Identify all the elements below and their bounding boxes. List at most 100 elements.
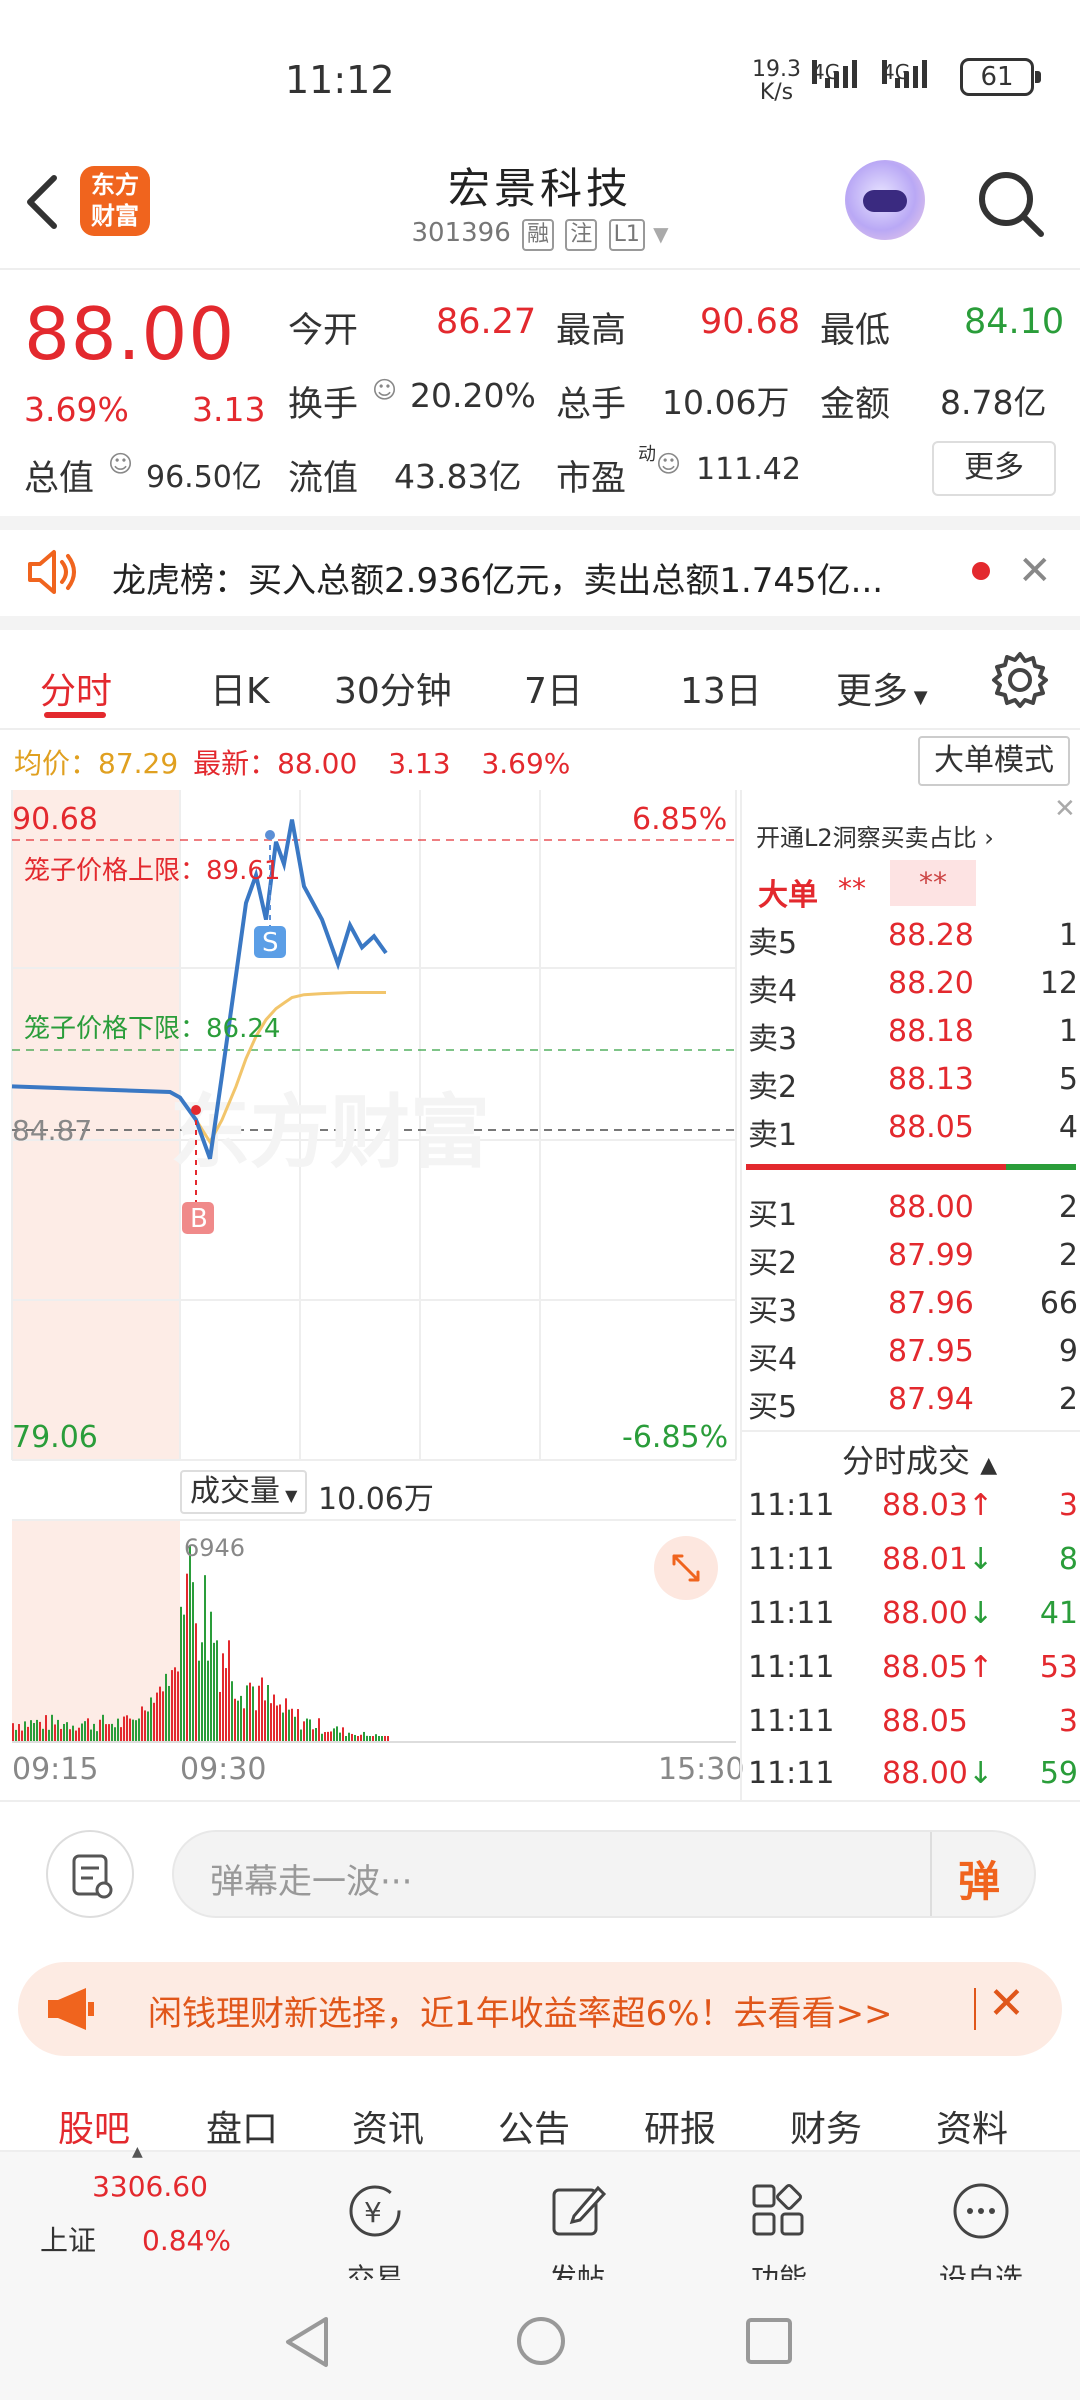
volume-bar bbox=[273, 1694, 275, 1742]
arrow-up-icon: ↑ bbox=[968, 1488, 994, 1523]
volume-bar bbox=[162, 1691, 164, 1742]
back-nav-icon[interactable] bbox=[282, 2315, 332, 2369]
close-icon[interactable]: ✕ bbox=[1054, 794, 1076, 824]
tab-profile[interactable]: 资料 bbox=[936, 2100, 1008, 2152]
tab-more[interactable]: 更多 ▼ bbox=[836, 662, 928, 714]
stock-name: 宏景科技 bbox=[447, 164, 632, 213]
volume-bar bbox=[129, 1718, 131, 1742]
info-icon[interactable]: ☺ bbox=[372, 376, 397, 404]
level1-tag[interactable]: L1 bbox=[608, 219, 645, 251]
arrow-down-icon: ↓ bbox=[968, 1596, 994, 1631]
stock-code: 301396 bbox=[411, 218, 511, 248]
home-nav-icon[interactable] bbox=[514, 2314, 568, 2368]
tab-intraday[interactable]: 分时 bbox=[40, 662, 112, 714]
danmu-button[interactable]: 弹 bbox=[958, 1848, 1000, 1909]
ask-volume: 1 bbox=[1058, 1014, 1078, 1049]
sell-marker-text: S bbox=[262, 928, 279, 958]
bid-row[interactable]: 买2 87.99 2 bbox=[742, 1238, 1080, 1286]
tab-news[interactable]: 资讯 bbox=[352, 2100, 424, 2152]
big-order-value-2: ** bbox=[890, 860, 976, 906]
tab-daily-k[interactable]: 日K bbox=[210, 662, 270, 714]
volume-bar bbox=[300, 1729, 302, 1742]
volume-indicator-select[interactable]: 成交量 ▼ bbox=[180, 1470, 308, 1514]
latest-label: 最新： bbox=[193, 747, 278, 780]
recents-nav-icon[interactable] bbox=[744, 2316, 794, 2366]
tab-pankou[interactable]: 盘口 bbox=[206, 2100, 278, 2152]
ask-row[interactable]: 卖3 88.18 1 bbox=[742, 1014, 1080, 1062]
ask-row[interactable]: 卖1 88.05 4 bbox=[742, 1110, 1080, 1158]
tab-announcements[interactable]: 公告 bbox=[498, 2100, 570, 2152]
tab-research[interactable]: 研报 bbox=[644, 2100, 716, 2152]
bid-row[interactable]: 买4 87.95 9 bbox=[742, 1334, 1080, 1382]
volume-bar bbox=[174, 1667, 176, 1742]
ask-row[interactable]: 卖5 88.28 1 bbox=[742, 918, 1080, 966]
close-icon[interactable]: ✕ bbox=[988, 1978, 1025, 2029]
tick-volume: 59 bbox=[1039, 1756, 1078, 1791]
tab-13day[interactable]: 13日 bbox=[680, 662, 762, 714]
ask-price: 88.20 bbox=[888, 966, 974, 1001]
edit-icon bbox=[552, 2185, 607, 2236]
ask-row[interactable]: 卖2 88.13 5 bbox=[742, 1062, 1080, 1110]
tab-7day[interactable]: 7日 bbox=[524, 662, 583, 714]
status-bar: 11:12 19.3 K/s 4G 4G 61 bbox=[0, 0, 1080, 150]
banner-text: 闲钱理财新选择，近1年收益率超6%！去看看>> bbox=[148, 1994, 893, 2034]
latest-value: 88.00 bbox=[277, 747, 358, 780]
intraday-chart[interactable]: 东方财富 B S 90.68 6.85% 笼子价格上限：89.61 笼子价格下限… bbox=[0, 790, 744, 1800]
ticks-title[interactable]: 分时成交 ▲ bbox=[842, 1436, 997, 1482]
upper-limit-label: 笼子价格上限：89.61 bbox=[24, 856, 281, 886]
volume-bar bbox=[153, 1702, 155, 1742]
ask-price: 88.18 bbox=[888, 1014, 974, 1049]
volume-bar bbox=[327, 1731, 329, 1742]
volume-bar bbox=[222, 1653, 224, 1742]
ask-price: 88.28 bbox=[888, 918, 974, 953]
volume-bar bbox=[180, 1606, 182, 1742]
info-icon[interactable]: ☺ bbox=[656, 450, 681, 478]
l2-promo-link[interactable]: 开通L2洞察买卖占比 › bbox=[756, 818, 994, 853]
bid-row[interactable]: 买5 87.94 2 bbox=[742, 1382, 1080, 1430]
tick-row: 11:11 88.00 ↓ 41 bbox=[742, 1596, 1080, 1644]
volume-bar bbox=[150, 1697, 152, 1742]
back-icon[interactable] bbox=[22, 172, 62, 232]
news-ticker[interactable]: 龙虎榜：买入总额2.936亿元，卖出总额1.745亿... bbox=[112, 553, 883, 602]
gear-icon[interactable] bbox=[990, 650, 1050, 710]
svg-text:¥: ¥ bbox=[364, 2196, 382, 2229]
app-logo[interactable]: 东方 财富 bbox=[80, 166, 150, 236]
volume-bar bbox=[195, 1623, 197, 1742]
tick-volume: 3 bbox=[1058, 1488, 1078, 1523]
ask-row[interactable]: 卖4 88.20 12 bbox=[742, 966, 1080, 1014]
volume-bar bbox=[99, 1719, 101, 1742]
registration-tag: 注 bbox=[565, 219, 598, 251]
expand-icon[interactable] bbox=[654, 1536, 718, 1600]
comment-placeholder: 弹幕走一波··· bbox=[210, 1862, 413, 1902]
danmu-settings-icon[interactable] bbox=[46, 1830, 134, 1918]
volume-bar bbox=[147, 1711, 149, 1742]
volume-label: 总手 bbox=[556, 385, 627, 425]
open-value: 86.27 bbox=[436, 302, 537, 342]
volume-bar bbox=[108, 1724, 110, 1742]
tab-30min[interactable]: 30分钟 bbox=[334, 662, 452, 714]
chevron-down-icon[interactable]: ▼ bbox=[653, 222, 668, 246]
info-icon[interactable]: ☺ bbox=[108, 450, 133, 478]
latest-change: 3.13 bbox=[388, 747, 451, 780]
search-icon[interactable] bbox=[975, 168, 1047, 240]
assistant-avatar-icon[interactable] bbox=[845, 160, 925, 240]
index-ticker[interactable]: 3306.60 上证 0.84% bbox=[40, 2170, 260, 2259]
tab-finance[interactable]: 财务 bbox=[790, 2100, 862, 2152]
bid-row[interactable]: 买3 87.96 66 bbox=[742, 1286, 1080, 1334]
volume-bar bbox=[117, 1718, 119, 1742]
more-quote-button[interactable]: 更多 bbox=[932, 441, 1056, 496]
big-order-mode-button[interactable]: 大单模式 bbox=[918, 736, 1070, 786]
net-speed-unit: K/s bbox=[759, 80, 794, 105]
volume-bar bbox=[63, 1723, 65, 1742]
unread-dot bbox=[972, 562, 990, 580]
close-icon[interactable]: ✕ bbox=[1018, 548, 1052, 594]
tab-guba[interactable]: 股吧 bbox=[58, 2100, 130, 2152]
bid-label: 买3 bbox=[748, 1294, 798, 1329]
comment-input[interactable]: 弹幕走一波··· 弹 bbox=[172, 1830, 1036, 1918]
index-percent: 0.84% bbox=[142, 2224, 231, 2257]
promo-banner[interactable]: 闲钱理财新选择，近1年收益率超6%！去看看>> ✕ bbox=[18, 1962, 1062, 2056]
bid-row[interactable]: 买1 88.00 2 bbox=[742, 1190, 1080, 1238]
volume-bar bbox=[30, 1720, 32, 1742]
arrow-down-icon: ↓ bbox=[968, 1756, 994, 1791]
volume-bar bbox=[138, 1718, 140, 1742]
